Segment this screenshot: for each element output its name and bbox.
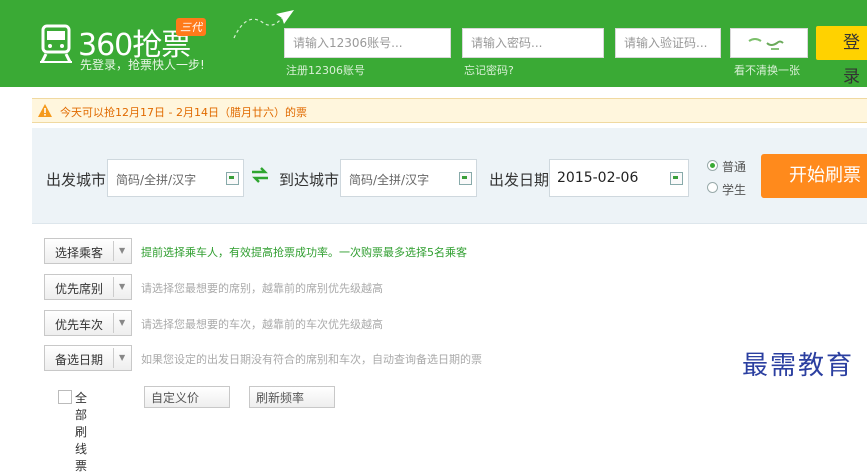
divider — [113, 348, 114, 368]
notice-text: 今天可以抢12月17日 - 2月14日（腊月廿六）的票 — [60, 106, 307, 119]
captcha-image[interactable] — [730, 28, 808, 58]
watermark-text: 最需教育 — [742, 351, 855, 381]
option-hint: 请选择您最想要的席别，越靠前的席别优先级越高 — [141, 282, 383, 295]
password-input[interactable]: 请输入密码... — [462, 28, 604, 58]
from-city-placeholder: 简码/全拼/汉字 — [116, 173, 197, 187]
to-city-label: 到达城市 — [279, 171, 340, 189]
option-hint: 如果您设定的出发日期没有符合的席别和车次，自动查询备选日期的票 — [141, 353, 482, 366]
chevron-down-icon: ▼ — [119, 353, 126, 362]
priority-train-button[interactable]: 优先车次 ▼ — [44, 310, 132, 336]
from-city-input[interactable]: 简码/全拼/汉字 — [107, 159, 244, 197]
account-input[interactable]: 请输入12306账号... — [284, 28, 451, 58]
chevron-down-icon: ▼ — [119, 282, 126, 291]
option-label: 备选日期 — [55, 353, 104, 367]
city-picker-icon[interactable] — [459, 172, 472, 185]
chevron-down-icon: ▼ — [119, 318, 126, 327]
select-passengers-button[interactable]: 选择乘客 ▼ — [44, 238, 132, 264]
backup-date-button[interactable]: 备选日期 ▼ — [44, 345, 132, 371]
price-select[interactable]: 自定义价 — [144, 386, 230, 408]
option-hint: 提前选择乘车人，有效提高抢票成功率。一次购票最多选择5名乘客 — [141, 246, 467, 259]
train-icon — [40, 24, 72, 63]
all-tickets-checkbox[interactable] — [58, 390, 72, 404]
captcha-graphic — [748, 38, 784, 50]
forgot-password-link[interactable]: 忘记密码? — [464, 62, 514, 78]
option-label: 选择乘客 — [55, 246, 104, 260]
calendar-icon[interactable] — [670, 172, 683, 185]
captcha-refresh-link[interactable]: 看不清换一张 — [734, 62, 800, 78]
notice-bar: 今天可以抢12月17日 - 2月14日（腊月廿六）的票 — [32, 98, 867, 123]
date-label: 出发日期 — [489, 171, 550, 189]
option-label: 优先车次 — [55, 318, 104, 332]
version-badge: 三代 — [176, 18, 206, 36]
divider — [113, 277, 114, 297]
captcha-input[interactable]: 请输入验证码... — [615, 28, 721, 58]
to-city-placeholder: 简码/全拼/汉字 — [349, 173, 430, 187]
date-input[interactable]: 2015-02-06 — [549, 159, 689, 197]
city-picker-icon[interactable] — [226, 172, 239, 185]
option-hint: 请选择您最想要的车次，越靠前的车次优先级越高 — [141, 318, 383, 331]
logo-slogan: 先登录，抢票快人一步! — [80, 58, 205, 72]
ticket-type-normal-label[interactable]: 普通 — [722, 158, 746, 175]
login-button[interactable]: 登录 — [816, 26, 867, 87]
start-refresh-button[interactable]: 开始刷票 — [761, 154, 867, 198]
chevron-down-icon: ▼ — [119, 246, 126, 255]
from-city-label: 出发城市 — [46, 171, 107, 189]
refresh-rate-select[interactable]: 刷新频率 — [249, 386, 335, 408]
warning-icon — [38, 104, 52, 117]
header-bar: 360抢票 三代 先登录，抢票快人一步! 请输入12306账号... 请输入密码… — [0, 0, 867, 87]
to-city-input[interactable]: 简码/全拼/汉字 — [340, 159, 477, 197]
option-label: 优先席别 — [55, 282, 104, 296]
ticket-type-student-radio[interactable] — [707, 182, 718, 193]
ticket-type-normal-radio[interactable] — [707, 160, 718, 171]
date-value: 2015-02-06 — [557, 170, 639, 186]
divider — [113, 241, 114, 261]
priority-seat-button[interactable]: 优先席别 ▼ — [44, 274, 132, 300]
ticket-type-student-label[interactable]: 学生 — [722, 181, 746, 198]
all-tickets-label: 全部刷线票 — [75, 391, 88, 473]
register-link[interactable]: 注册12306账号 — [286, 62, 365, 78]
swap-icon[interactable] — [250, 166, 270, 184]
divider — [113, 313, 114, 333]
